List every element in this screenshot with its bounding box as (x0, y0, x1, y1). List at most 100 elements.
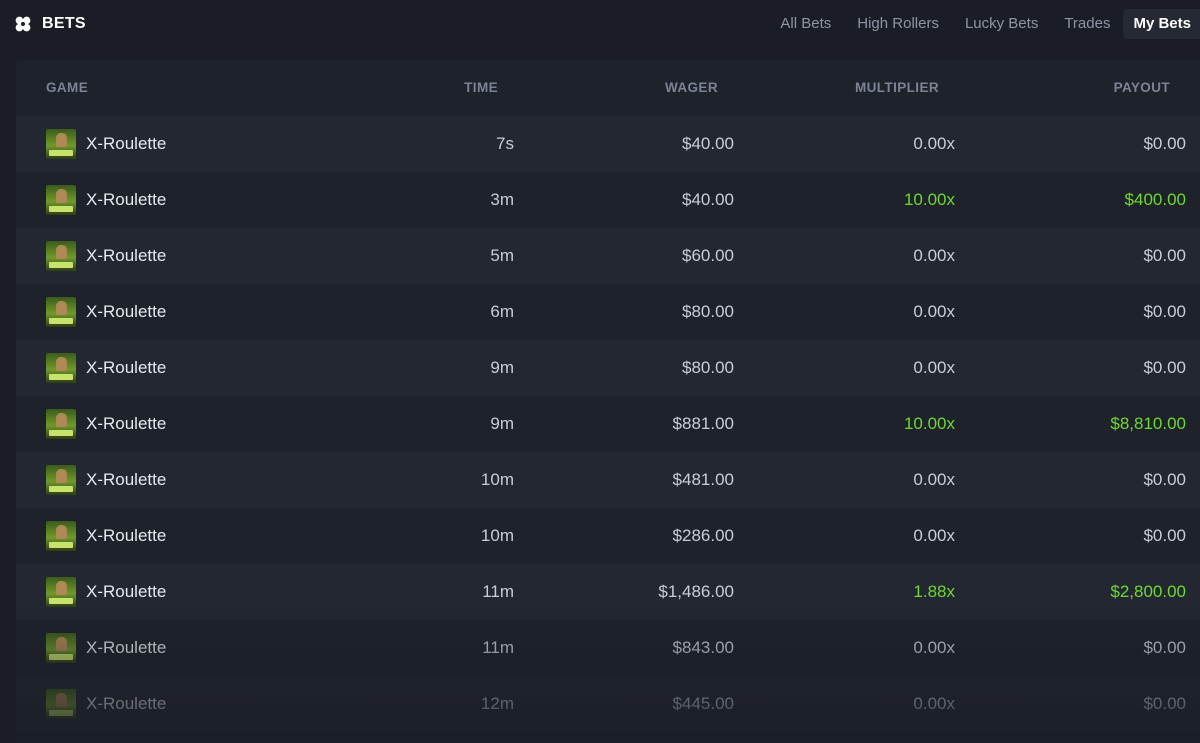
payout-cell: $0.00 (1143, 302, 1186, 321)
bets-table: GAME TIME WAGER MULTIPLIER PAYOUT X-Roul… (16, 60, 1200, 743)
tab-my-bets[interactable]: My Bets (1123, 9, 1200, 39)
time-cell: 10m (480, 470, 514, 489)
game-name[interactable]: X-Roulette (86, 676, 166, 732)
thumbnail-band (49, 710, 73, 716)
tab-trades[interactable]: Trades (1051, 9, 1123, 39)
game-name[interactable]: X-Roulette (86, 340, 166, 396)
table-row[interactable]: X-Roulette 10m $481.00 0.00x $0.00 (16, 452, 1200, 508)
payout-cell: $0.00 (1143, 246, 1186, 265)
game-cell[interactable]: X-Roulette (46, 396, 166, 452)
payout-cell: $8,810.00 (1110, 414, 1186, 433)
game-thumbnail-icon[interactable] (46, 353, 76, 383)
table-row[interactable]: X-Roulette 12m $445.00 0.00x $0.00 (16, 676, 1200, 732)
payout-cell: $0.00 (1143, 134, 1186, 153)
game-thumbnail-icon[interactable] (46, 241, 76, 271)
multiplier-cell: 1.88x (913, 582, 955, 601)
thumbnail-figure (56, 245, 67, 259)
multiplier-cell: 0.00x (913, 694, 955, 713)
time-cell: 9m (490, 358, 514, 377)
game-cell[interactable]: X-Roulette (46, 284, 166, 340)
multiplier-cell: 0.00x (913, 358, 955, 377)
clover-icon (15, 16, 31, 32)
table-row[interactable]: X-Roulette 5m $60.00 0.00x $0.00 (16, 228, 1200, 284)
wager-cell: $286.00 (672, 526, 734, 545)
thumbnail-figure (56, 189, 67, 203)
thumbnail-figure (56, 301, 67, 315)
game-name[interactable]: X-Roulette (86, 228, 166, 284)
time-cell: 10m (480, 526, 514, 545)
game-cell[interactable]: X-Roulette (46, 452, 166, 508)
payout-cell: $0.00 (1143, 526, 1186, 545)
game-cell[interactable]: X-Roulette (46, 620, 166, 676)
game-thumbnail-icon[interactable] (46, 185, 76, 215)
multiplier-cell: 10.00x (903, 190, 955, 209)
game-name[interactable]: X-Roulette (86, 284, 166, 340)
game-name[interactable]: X-Roulette (86, 396, 166, 452)
thumbnail-band (49, 430, 73, 436)
table-row[interactable]: X-Roulette 6m $80.00 0.00x $0.00 (16, 284, 1200, 340)
game-cell[interactable]: X-Roulette (46, 228, 166, 284)
game-cell[interactable]: X-Roulette (46, 116, 166, 172)
thumbnail-figure (56, 525, 67, 539)
page-title: BETS (42, 15, 86, 32)
payout-cell: $400.00 (1124, 190, 1186, 209)
column-header-payout: PAYOUT (1113, 80, 1170, 95)
game-name[interactable]: X-Roulette (86, 172, 166, 228)
game-thumbnail-icon[interactable] (46, 577, 76, 607)
game-name[interactable]: X-Roulette (86, 508, 166, 564)
multiplier-cell: 0.00x (913, 134, 955, 153)
column-header-time: TIME (464, 80, 498, 95)
table-row[interactable]: X-Roulette 11m $1,486.00 1.88x $2,800.00 (16, 564, 1200, 620)
top-bar: BETS All Bets High Rollers Lucky Bets Tr… (0, 0, 1200, 48)
multiplier-cell: 0.00x (913, 470, 955, 489)
game-cell[interactable]: X-Roulette (46, 508, 166, 564)
game-thumbnail-icon[interactable] (46, 409, 76, 439)
tab-lucky-bets[interactable]: Lucky Bets (952, 9, 1051, 39)
game-thumbnail-icon[interactable] (46, 129, 76, 159)
wager-cell: $80.00 (682, 358, 734, 377)
game-thumbnail-icon[interactable] (46, 521, 76, 551)
game-name[interactable]: X-Roulette (86, 116, 166, 172)
table-row[interactable]: X-Roulette 10m $286.00 0.00x $0.00 (16, 508, 1200, 564)
thumbnail-figure (56, 133, 67, 147)
column-header-game: GAME (46, 80, 89, 95)
game-cell[interactable]: X-Roulette (46, 676, 166, 732)
table-row[interactable]: X-Roulette 11m $843.00 0.00x $0.00 (16, 620, 1200, 676)
tab-high-rollers[interactable]: High Rollers (844, 9, 952, 39)
time-cell: 9m (490, 414, 514, 433)
thumbnail-figure (56, 413, 67, 427)
thumbnail-figure (56, 637, 67, 651)
thumbnail-band (49, 486, 73, 492)
tab-all-bets[interactable]: All Bets (767, 9, 844, 39)
wager-cell: $445.00 (672, 694, 734, 713)
game-thumbnail-icon[interactable] (46, 633, 76, 663)
multiplier-cell: 0.00x (913, 638, 955, 657)
table-header: GAME TIME WAGER MULTIPLIER PAYOUT (16, 60, 1200, 116)
game-thumbnail-icon[interactable] (46, 689, 76, 719)
table-row[interactable]: X-Roulette 7s $40.00 0.00x $0.00 (16, 116, 1200, 172)
game-thumbnail-icon[interactable] (46, 297, 76, 327)
time-cell: 11m (482, 638, 514, 657)
wager-cell: $80.00 (682, 302, 734, 321)
wager-cell: $40.00 (682, 134, 734, 153)
thumbnail-band (49, 598, 73, 604)
table-row[interactable]: X-Roulette 9m $881.00 10.00x $8,810.00 (16, 396, 1200, 452)
game-cell[interactable]: X-Roulette (46, 340, 166, 396)
table-row[interactable]: X-Roulette 3m $40.00 10.00x $400.00 (16, 172, 1200, 228)
table-row[interactable]: X-Roulette 9m $80.00 0.00x $0.00 (16, 340, 1200, 396)
game-name[interactable]: X-Roulette (86, 564, 166, 620)
game-name[interactable]: X-Roulette (86, 452, 166, 508)
thumbnail-figure (56, 693, 67, 707)
multiplier-cell: 10.00x (903, 414, 955, 433)
multiplier-cell: 0.00x (913, 526, 955, 545)
game-cell[interactable]: X-Roulette (46, 172, 166, 228)
game-name[interactable]: X-Roulette (86, 620, 166, 676)
wager-cell: $60.00 (682, 246, 734, 265)
thumbnail-band (49, 262, 73, 268)
thumbnail-band (49, 542, 73, 548)
game-cell[interactable]: X-Roulette (46, 564, 166, 620)
column-header-multiplier: MULTIPLIER (855, 80, 939, 95)
game-thumbnail-icon[interactable] (46, 465, 76, 495)
bets-tabs: All Bets High Rollers Lucky Bets Trades … (767, 9, 1200, 39)
wager-cell: $40.00 (682, 190, 734, 209)
